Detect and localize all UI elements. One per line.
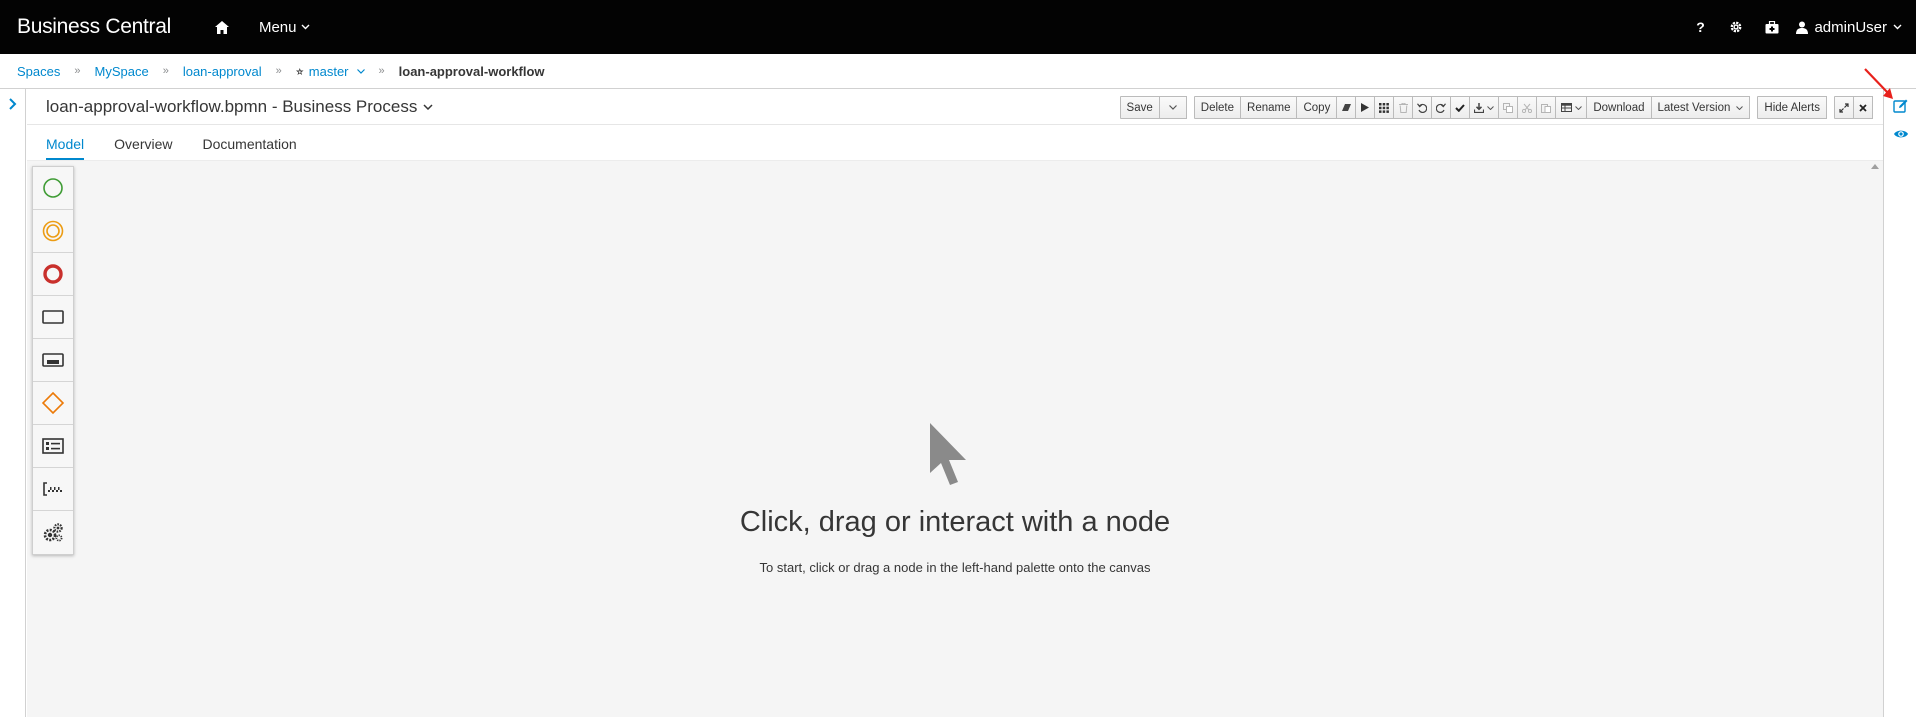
chevron-down-icon bbox=[1487, 105, 1495, 110]
start-event-icon[interactable] bbox=[33, 167, 73, 210]
breadcrumb-separator: » bbox=[275, 65, 282, 77]
eraser-icon[interactable] bbox=[1336, 96, 1357, 119]
copy-button[interactable]: Copy bbox=[1296, 96, 1338, 119]
chevron-down-icon[interactable] bbox=[356, 68, 365, 74]
tab-model[interactable]: Model bbox=[46, 136, 85, 160]
right-sidebar bbox=[1883, 89, 1916, 717]
subprocess-icon[interactable] bbox=[33, 339, 73, 382]
edit-actions-group: Delete Rename Copy Download Latest Versi… bbox=[1193, 96, 1751, 119]
duplicate-icon[interactable] bbox=[1498, 96, 1519, 119]
eye-icon[interactable] bbox=[1893, 126, 1909, 142]
left-sidebar-collapsed bbox=[0, 89, 26, 717]
service-tasks-icon[interactable] bbox=[33, 511, 73, 554]
node-palette bbox=[32, 166, 74, 555]
tab-overview[interactable]: Overview bbox=[114, 136, 172, 160]
latest-version-dropdown[interactable]: Latest Version bbox=[1650, 96, 1751, 119]
view-menu-button[interactable] bbox=[1555, 96, 1588, 119]
chevron-down-icon bbox=[1168, 105, 1177, 110]
empty-state-title: Click, drag or interact with a node bbox=[739, 506, 1171, 538]
brand-title[interactable]: Business Central bbox=[17, 15, 171, 39]
branch-icon: ⭐︎ bbox=[295, 63, 304, 78]
annotation-arrow bbox=[1864, 68, 1893, 99]
chevron-down-icon bbox=[1736, 105, 1744, 110]
task-icon[interactable] bbox=[33, 296, 73, 339]
latest-version-label: Latest Version bbox=[1657, 101, 1731, 114]
trash-icon[interactable] bbox=[1393, 96, 1414, 119]
gear-icon[interactable] bbox=[1718, 0, 1754, 54]
chevron-down-icon bbox=[1574, 105, 1582, 110]
breadcrumb-project[interactable]: loan-approval bbox=[183, 64, 262, 79]
end-event-icon[interactable] bbox=[33, 253, 73, 296]
redo-icon[interactable] bbox=[1431, 96, 1452, 119]
validate-icon[interactable] bbox=[1450, 96, 1471, 119]
breadcrumb-separator: » bbox=[162, 65, 169, 77]
breadcrumb-space[interactable]: MySpace bbox=[95, 64, 149, 79]
breadcrumb-spaces[interactable]: Spaces bbox=[17, 64, 60, 79]
cursor-icon bbox=[930, 423, 966, 485]
chevron-right-icon[interactable] bbox=[6, 97, 20, 111]
editor-header: loan-approval-workflow.bpmn - Business P… bbox=[27, 89, 1883, 125]
hide-alerts-button[interactable]: Hide Alerts bbox=[1757, 96, 1827, 119]
custom-tasks-icon[interactable] bbox=[33, 468, 73, 511]
download-icon bbox=[1474, 102, 1485, 113]
help-icon[interactable]: ? bbox=[1682, 0, 1718, 54]
export-menu-button[interactable] bbox=[1469, 96, 1500, 119]
save-options-button[interactable] bbox=[1158, 96, 1187, 119]
home-icon[interactable] bbox=[211, 16, 233, 38]
scissors-icon[interactable] bbox=[1517, 96, 1538, 119]
paste-icon[interactable] bbox=[1536, 96, 1557, 119]
menu-dropdown[interactable]: Menu bbox=[259, 19, 311, 36]
editor-title-dropdown[interactable]: loan-approval-workflow.bpmn - Business P… bbox=[46, 97, 433, 117]
undo-icon[interactable] bbox=[1412, 96, 1433, 119]
user-icon bbox=[1796, 21, 1809, 34]
grid-icon[interactable] bbox=[1374, 96, 1395, 119]
chevron-down-icon bbox=[1893, 24, 1902, 30]
delete-button[interactable]: Delete bbox=[1193, 96, 1242, 119]
chevron-down-icon bbox=[423, 103, 433, 110]
intermediate-event-icon[interactable] bbox=[33, 210, 73, 253]
breadcrumb: Spaces » MySpace » loan-approval » ⭐︎ ma… bbox=[0, 54, 1916, 89]
maximize-icon[interactable] bbox=[1834, 96, 1854, 119]
rename-button[interactable]: Rename bbox=[1240, 96, 1298, 119]
play-icon[interactable] bbox=[1355, 96, 1376, 119]
editor-tabs: Model Overview Documentation bbox=[27, 125, 1883, 161]
save-button[interactable]: Save bbox=[1119, 96, 1160, 119]
breadcrumb-separator: » bbox=[378, 65, 385, 77]
empty-state-subtitle: To start, click or drag a node in the le… bbox=[759, 560, 1151, 575]
process-canvas[interactable]: Click, drag or interact with a node To s… bbox=[27, 161, 1883, 717]
save-group: Save bbox=[1119, 96, 1187, 119]
download-button[interactable]: Download bbox=[1586, 96, 1652, 119]
lane-icon[interactable] bbox=[33, 425, 73, 468]
topbar-utilities: ? adminUser bbox=[1682, 0, 1916, 54]
canvas-empty-state: Click, drag or interact with a node To s… bbox=[27, 161, 1883, 717]
gateway-icon[interactable] bbox=[33, 382, 73, 425]
user-name: adminUser bbox=[1814, 18, 1887, 36]
editor-title: loan-approval-workflow.bpmn - Business P… bbox=[46, 96, 418, 116]
breadcrumb-branch[interactable]: master bbox=[309, 64, 349, 79]
table-icon bbox=[1560, 103, 1572, 112]
user-menu[interactable]: adminUser bbox=[1796, 19, 1902, 36]
tab-documentation[interactable]: Documentation bbox=[203, 136, 297, 160]
chevron-down-icon bbox=[301, 24, 310, 30]
menu-label: Menu bbox=[258, 18, 297, 36]
breadcrumb-separator: » bbox=[74, 65, 81, 77]
alerts-group: Hide Alerts bbox=[1757, 96, 1827, 119]
case-management-icon[interactable] bbox=[1754, 0, 1790, 54]
top-navbar: Business Central Menu ? adminUser bbox=[0, 0, 1916, 54]
breadcrumb-asset: loan-approval-workflow bbox=[398, 63, 545, 79]
editor-toolbar: Save Delete Rename Copy Download Latest … bbox=[1119, 96, 1873, 119]
